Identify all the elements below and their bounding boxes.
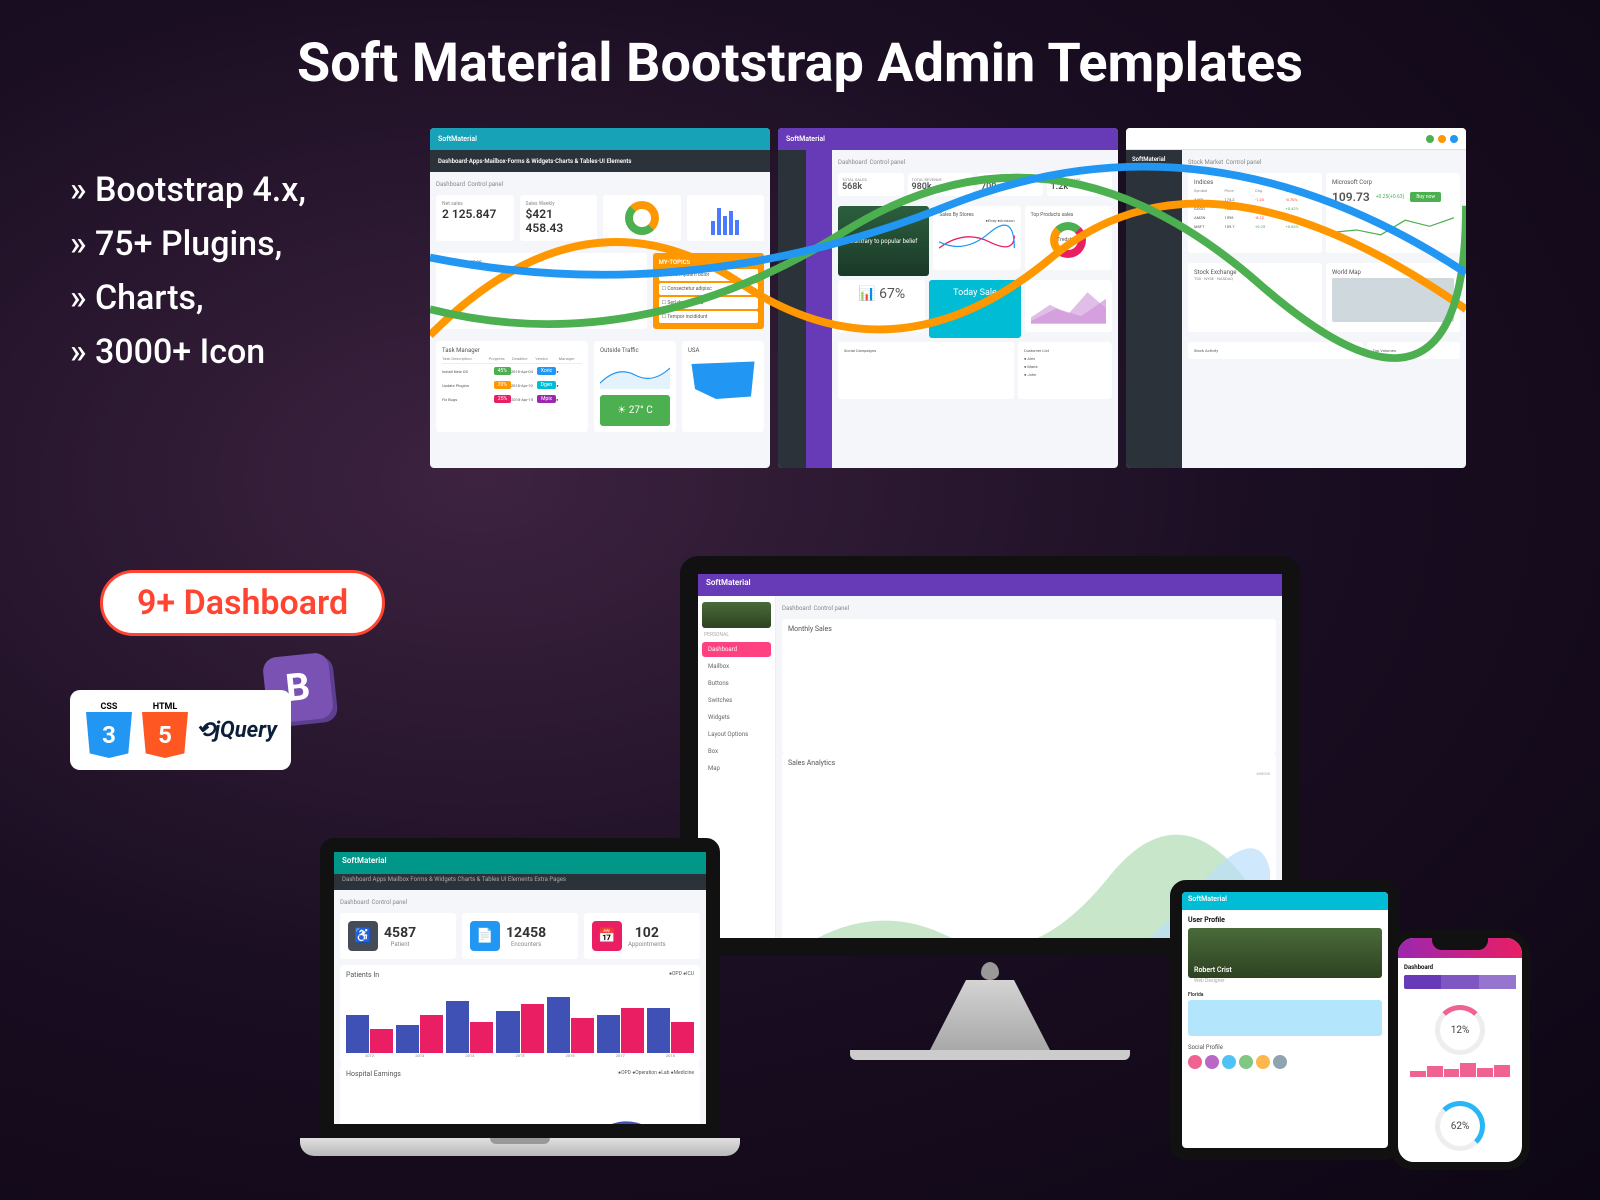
feature-item: » Charts, — [70, 278, 306, 318]
gauge-icon: 12% — [1435, 1005, 1485, 1055]
sidebar-item-layout[interactable]: Layout Options — [702, 727, 771, 742]
feature-item: » 75+ Plugins, — [70, 224, 306, 264]
avatar — [702, 602, 771, 628]
monthly-sales-chart — [788, 637, 1270, 747]
patients-chart — [346, 983, 694, 1053]
avatar — [1205, 1055, 1219, 1069]
sidebar-item-map[interactable]: Map — [702, 761, 771, 776]
sidebar-item-switches[interactable]: Switches — [702, 693, 771, 708]
jquery-icon: ⟲jQuery — [196, 718, 277, 743]
screenshot-row: SoftMaterial Dashboard · Apps · Mailbox … — [430, 128, 1466, 468]
stat-appointments: 📅102Appointments — [584, 913, 700, 959]
dashboard-count-badge: 9+ Dashboard — [100, 570, 385, 636]
avatar — [1256, 1055, 1270, 1069]
earnings-chart — [346, 1082, 694, 1138]
weather-card: ☀ 27° C — [600, 395, 670, 426]
tech-logos: CSS 3 HTML 5 ⟲jQuery — [70, 690, 291, 770]
avatar — [1273, 1055, 1287, 1069]
macbook-device: SoftMaterial Dashboard Apps Mailbox Form… — [300, 838, 740, 1156]
avatar — [1239, 1055, 1253, 1069]
html5-icon: HTML 5 — [140, 702, 190, 758]
sidebar-item-widgets[interactable]: Widgets — [702, 710, 771, 725]
main-title: Soft Material Bootstrap Admin Templates — [0, 0, 1600, 95]
ipad-device: SoftMaterial User Profile Robert Crist W… — [1170, 880, 1400, 1160]
mini-map-icon — [1188, 1000, 1382, 1036]
sidebar-item-mailbox[interactable]: Mailbox — [702, 659, 771, 674]
line-chart-icon — [430, 172, 770, 387]
apple-icon — [981, 962, 999, 980]
sidebar-item-dashboard[interactable]: Dashboard — [702, 642, 771, 657]
features-list: » Bootstrap 4.x, » 75+ Plugins, » Charts… — [70, 170, 306, 386]
screenshot-teal-dashboard: SoftMaterial Dashboard · Apps · Mailbox … — [430, 128, 770, 468]
stat-encounters: 📄12458Encounters — [462, 913, 578, 959]
css3-icon: CSS 3 — [84, 702, 134, 758]
avatar — [1188, 1055, 1202, 1069]
iphone-device: Dashboard 12% 62% — [1390, 930, 1530, 1170]
stat-patient: ♿4587Patient — [340, 913, 456, 959]
avatar — [1222, 1055, 1236, 1069]
gauge-icon: 62% — [1435, 1101, 1485, 1151]
sidebar-item-box[interactable]: Box — [702, 744, 771, 759]
feature-item: » Bootstrap 4.x, — [70, 170, 306, 210]
sidebar-item-buttons[interactable]: Buttons — [702, 676, 771, 691]
sparkline-icon — [1410, 1061, 1510, 1077]
feature-item: » 3000+ Icon — [70, 332, 306, 372]
